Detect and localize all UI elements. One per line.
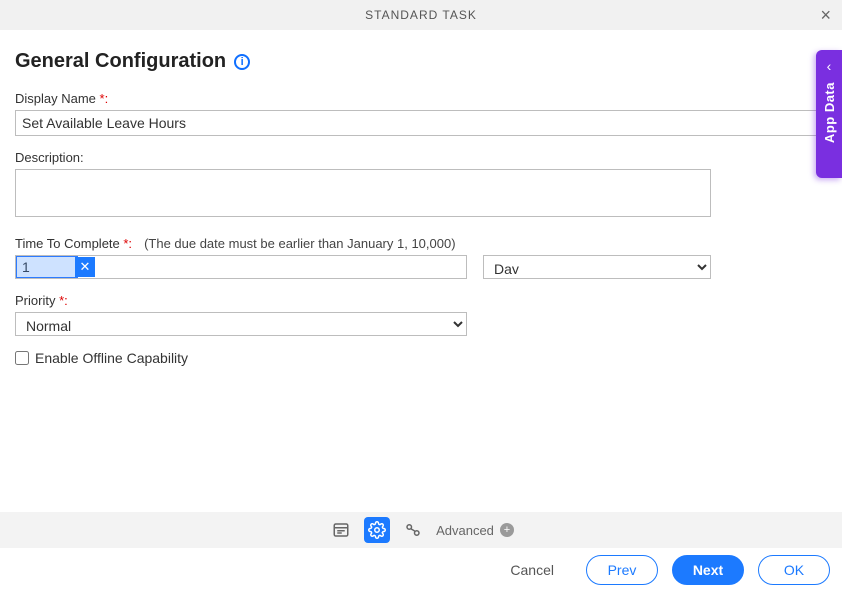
plus-icon: + [500, 523, 514, 537]
chevron-left-icon: ‹ [827, 58, 832, 74]
ttc-hint: (The due date must be earlier than Janua… [144, 236, 455, 251]
description-label: Description: [15, 150, 827, 165]
ok-button[interactable]: OK [758, 555, 830, 585]
display-name-label: Display Name *: [15, 91, 827, 106]
ttc-label: Time To Complete *: [15, 236, 132, 251]
bottom-toolbar: Advanced + [0, 512, 842, 548]
page-title: General Configuration [15, 50, 226, 73]
title-bar: STANDARD TASK × [0, 0, 842, 30]
advanced-label: Advanced [436, 523, 494, 538]
ttc-unit-select[interactable]: Day [483, 255, 711, 279]
info-icon[interactable]: i [234, 54, 250, 70]
content-area: General Configuration i Display Name *: … [0, 30, 842, 366]
window-title: STANDARD TASK [365, 8, 477, 22]
priority-select[interactable]: Normal [15, 312, 467, 336]
close-icon[interactable]: × [820, 5, 832, 26]
offline-label: Enable Offline Capability [35, 350, 188, 366]
advanced-toggle[interactable]: Advanced + [436, 523, 514, 538]
gear-icon[interactable] [364, 517, 390, 543]
form-view-icon[interactable] [328, 517, 354, 543]
priority-label: Priority *: [15, 293, 827, 308]
cancel-button[interactable]: Cancel [492, 555, 572, 585]
offline-checkbox[interactable] [15, 351, 29, 365]
app-data-tab-label: App Data [822, 82, 837, 143]
app-data-tab[interactable]: ‹ App Data [816, 50, 842, 178]
workflow-icon[interactable] [400, 517, 426, 543]
button-row: Cancel Prev Next OK [0, 548, 842, 592]
prev-button[interactable]: Prev [586, 555, 658, 585]
clear-icon[interactable]: ✕ [75, 257, 95, 277]
display-name-input[interactable] [15, 110, 827, 136]
next-button[interactable]: Next [672, 555, 744, 585]
description-textarea[interactable] [15, 169, 711, 217]
